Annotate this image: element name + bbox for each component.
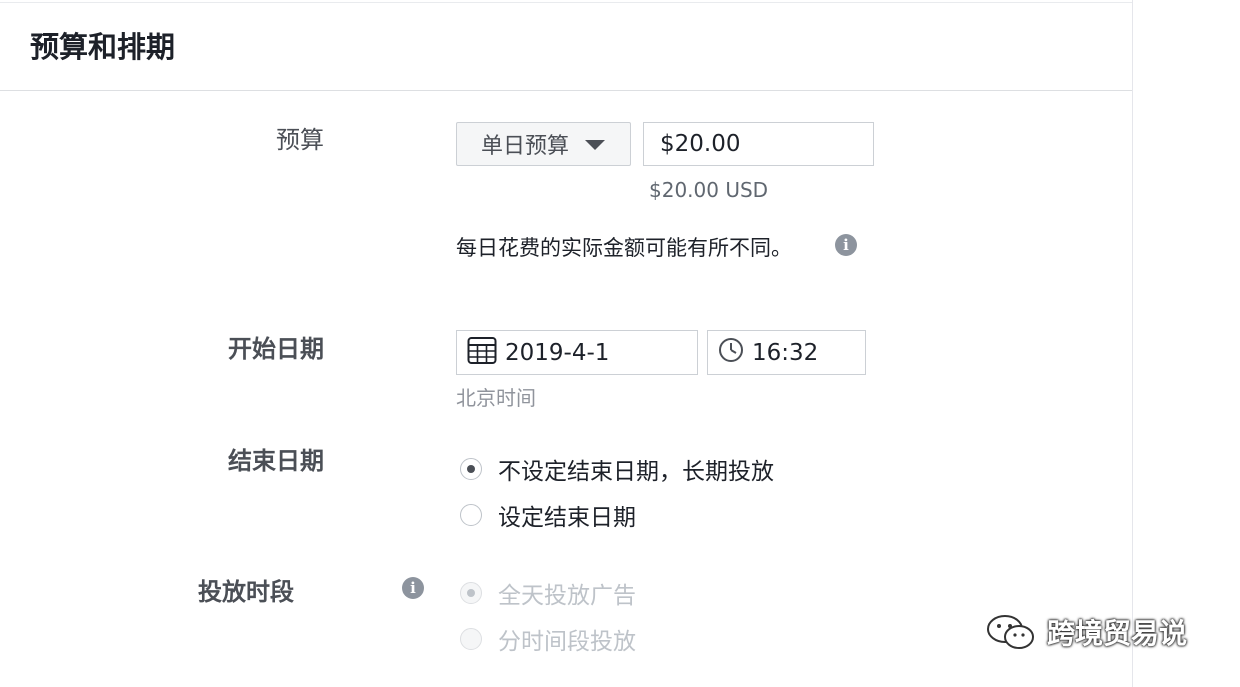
budget-schedule-panel: 预算和排期 预算 单日预算 $20.00 $20.00 USD 每日花费的实际金… [0, 0, 1133, 687]
start-date-value: 2019-4-1 [505, 339, 610, 366]
radio-button[interactable] [460, 504, 482, 526]
budget-label: 预算 [276, 126, 324, 154]
budget-type-value: 单日预算 [481, 134, 570, 159]
budget-amount-input[interactable]: $20.00 [643, 122, 874, 166]
watermark: 跨境贸易说 [985, 612, 1187, 652]
budget-type-dropdown[interactable]: 单日预算 [456, 122, 631, 166]
start-time-input[interactable]: 16:32 [707, 330, 866, 375]
end-option-set-end[interactable]: 设定结束日期 [460, 498, 636, 532]
schedule-option-label: 全天投放广告 [498, 583, 636, 609]
end-option-label: 设定结束日期 [498, 505, 636, 531]
panel-header: 预算和排期 [0, 0, 1132, 91]
calendar-icon [467, 335, 497, 371]
schedule-option-all-day: 全天投放广告 [460, 576, 636, 610]
start-time-value: 16:32 [752, 339, 819, 366]
end-date-label: 结束日期 [228, 447, 324, 475]
info-icon[interactable]: i [835, 234, 857, 256]
panel-title: 预算和排期 [30, 30, 176, 64]
timezone-label: 北京时间 [456, 386, 536, 410]
radio-button [460, 628, 482, 650]
end-option-no-end[interactable]: 不设定结束日期，长期投放 [460, 452, 774, 486]
wechat-logo [987, 615, 1034, 649]
end-option-label: 不设定结束日期，长期投放 [498, 459, 774, 485]
schedule-option-label: 分时间段投放 [498, 629, 636, 655]
clock-icon [718, 337, 744, 369]
start-date-input[interactable]: 2019-4-1 [456, 330, 698, 375]
info-icon[interactable]: i [402, 577, 424, 599]
radio-button [460, 582, 482, 604]
watermark-text: 跨境贸易说 [1047, 617, 1188, 650]
budget-note: 每日花费的实际金额可能有所不同。 [456, 236, 792, 260]
start-date-label: 开始日期 [228, 335, 324, 363]
caret-down-icon [585, 140, 606, 150]
schedule-option-dayparting: 分时间段投放 [460, 622, 636, 656]
schedule-label: 投放时段 [198, 578, 294, 606]
radio-button[interactable] [460, 458, 482, 480]
budget-usd-hint: $20.00 USD [649, 178, 769, 202]
